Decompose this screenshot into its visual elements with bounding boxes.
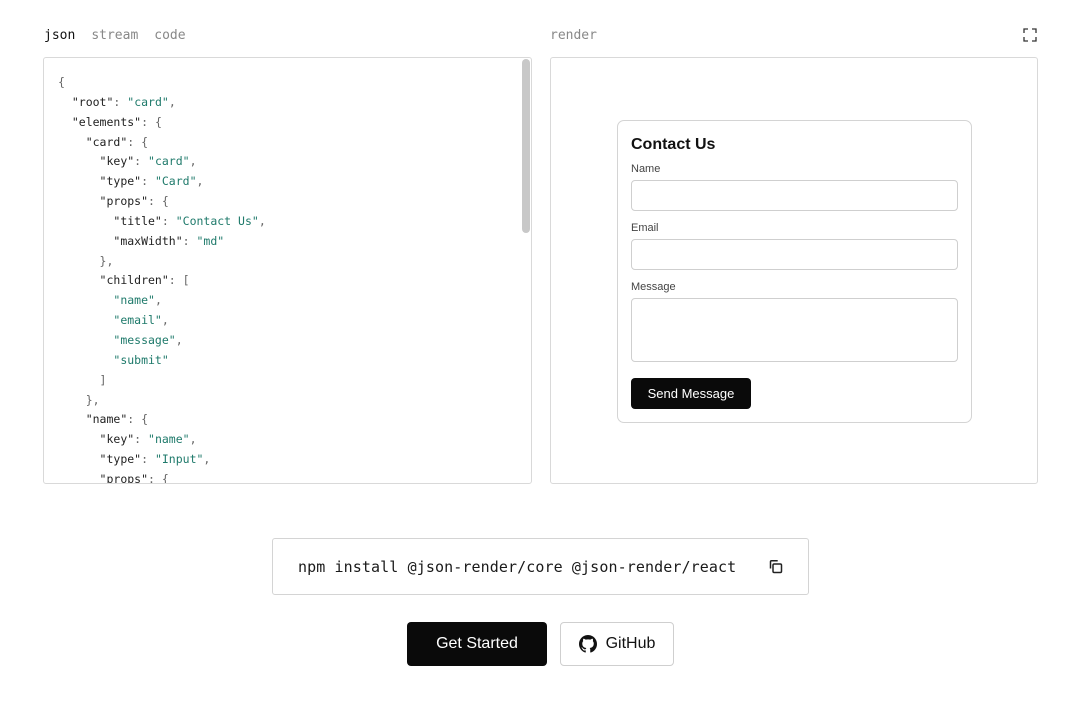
contact-card: Contact Us Name Email Message Send Messa… bbox=[617, 120, 972, 423]
json-line: "props": { bbox=[99, 194, 169, 209]
json-line: "props": { bbox=[99, 471, 169, 484]
json-line: "type": "Input", bbox=[99, 452, 211, 467]
json-line: "children": [ bbox=[99, 273, 190, 288]
json-line: "type": "Card", bbox=[99, 174, 204, 189]
json-code: { "root": "card", "elements": { "card": … bbox=[58, 73, 266, 484]
json-line: "key": "name", bbox=[99, 432, 197, 447]
tab-code[interactable]: code bbox=[154, 27, 185, 45]
json-line: { bbox=[58, 75, 65, 89]
install-command-box: npm install @json-render/core @json-rend… bbox=[272, 538, 809, 595]
json-line: "email", bbox=[113, 313, 169, 328]
json-line: "key": "card", bbox=[99, 154, 197, 169]
github-button[interactable]: GitHub bbox=[560, 622, 674, 666]
message-label: Message bbox=[631, 281, 676, 293]
github-icon bbox=[578, 635, 597, 653]
json-line: "name": { bbox=[85, 412, 149, 427]
json-line: }, bbox=[58, 392, 100, 407]
json-line: "title": "Contact Us", bbox=[113, 213, 266, 228]
name-input[interactable] bbox=[631, 180, 958, 211]
send-message-button[interactable]: Send Message bbox=[631, 378, 751, 409]
json-line: "maxWidth": "md" bbox=[113, 233, 225, 248]
render-panel: Contact Us Name Email Message Send Messa… bbox=[550, 57, 1038, 484]
card-title: Contact Us bbox=[631, 136, 716, 153]
json-line: "card": { bbox=[85, 134, 149, 149]
get-started-button[interactable]: Get Started bbox=[407, 622, 547, 666]
email-input[interactable] bbox=[631, 239, 958, 270]
render-label: render bbox=[550, 28, 597, 43]
json-editor-panel[interactable]: { "root": "card", "elements": { "card": … bbox=[43, 57, 532, 484]
json-line: "submit" bbox=[113, 352, 169, 367]
json-line: "root": "card", bbox=[71, 94, 176, 109]
json-line: }, bbox=[58, 253, 114, 268]
name-label: Name bbox=[631, 163, 661, 175]
tab-stream[interactable]: stream bbox=[91, 27, 138, 45]
view-tabs: json stream code bbox=[44, 27, 202, 45]
email-label: Email bbox=[631, 222, 659, 234]
message-textarea[interactable] bbox=[631, 298, 958, 362]
json-line: "elements": { bbox=[71, 114, 162, 129]
copy-icon[interactable] bbox=[767, 558, 784, 575]
json-line: "message", bbox=[113, 332, 183, 347]
json-line: "name", bbox=[113, 293, 162, 308]
expand-icon[interactable] bbox=[1023, 28, 1037, 42]
tab-json[interactable]: json bbox=[44, 27, 75, 45]
install-command: npm install @json-render/core @json-rend… bbox=[298, 557, 737, 576]
json-line: ] bbox=[58, 372, 107, 387]
json-scrollbar[interactable] bbox=[522, 59, 530, 233]
github-button-label: GitHub bbox=[605, 635, 656, 652]
